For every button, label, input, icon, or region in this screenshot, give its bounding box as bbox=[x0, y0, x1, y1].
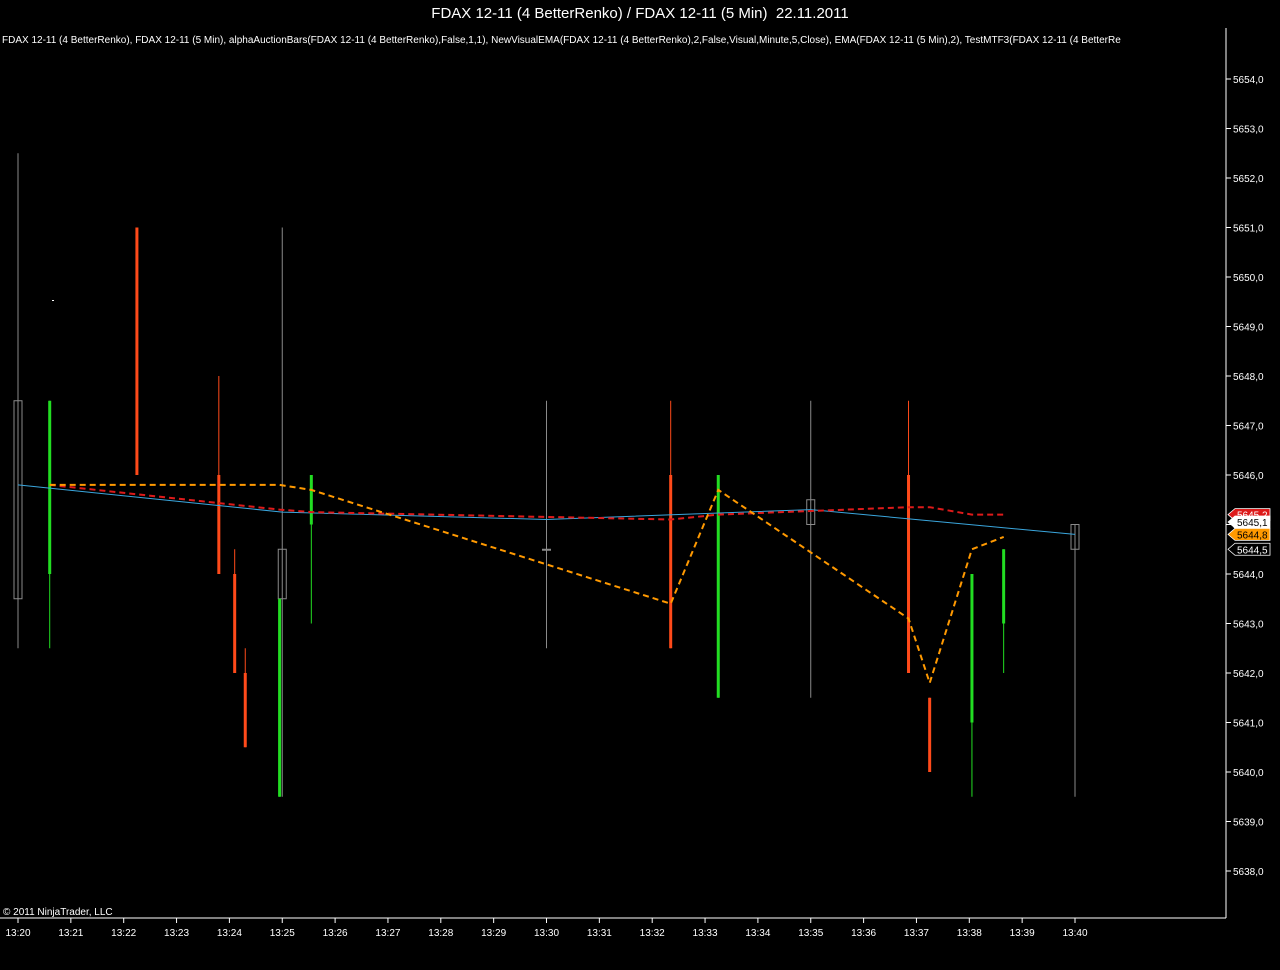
price-chart[interactable]: 5638,0 5639,0 5640,0 5641,0 5642,0 5643,0 5644… bbox=[0, 28, 1280, 965]
renko-bar bbox=[243, 673, 247, 748]
x-tick-label: 13:24 bbox=[217, 928, 242, 939]
copyright-label: © 2011 NinjaTrader, LLC bbox=[3, 907, 113, 918]
renko-bar bbox=[928, 697, 932, 772]
chart-panel[interactable]: 5638,0 5639,0 5640,0 5641,0 5642,0 5643,0 5644… bbox=[0, 28, 1280, 965]
x-tick-label: 13:38 bbox=[957, 928, 982, 939]
tick-marker bbox=[52, 300, 54, 301]
renko-bar bbox=[907, 475, 911, 673]
x-tick-label: 13:20 bbox=[5, 928, 30, 939]
y-tick-label: 5652,0 bbox=[1233, 174, 1264, 185]
x-tick-label: 13:31 bbox=[587, 928, 612, 939]
x-tick-label: 13:35 bbox=[798, 928, 823, 939]
x-tick-label: 13:27 bbox=[375, 928, 400, 939]
x-tick-label: 13:23 bbox=[164, 928, 189, 939]
y-tick-label: 5654,0 bbox=[1233, 75, 1264, 86]
y-tick-label: 5641,0 bbox=[1233, 719, 1264, 730]
renko-bar bbox=[716, 475, 720, 698]
y-tick-label: 5653,0 bbox=[1233, 125, 1264, 136]
y-tick-label: 5651,0 bbox=[1233, 224, 1264, 235]
y-tick-label: 5639,0 bbox=[1233, 818, 1264, 829]
indicator-header: FDAX 12-11 (4 BetterRenko), FDAX 12-11 (… bbox=[2, 35, 1121, 46]
x-tick-label: 13:37 bbox=[904, 928, 929, 939]
y-tick-label: 5643,0 bbox=[1233, 620, 1264, 631]
price-marker-label: 5645,1 bbox=[1237, 518, 1268, 529]
price-marker-label: 5644,5 bbox=[1237, 545, 1268, 556]
x-tick-label: 13:36 bbox=[851, 928, 876, 939]
x-tick-label: 13:28 bbox=[428, 928, 453, 939]
renko-bar bbox=[970, 574, 974, 723]
renko-bar bbox=[233, 574, 237, 673]
x-tick-label: 13:32 bbox=[640, 928, 665, 939]
chart-background bbox=[0, 28, 1280, 965]
window-title: FDAX 12-11 (4 BetterRenko) / FDAX 12-11 … bbox=[0, 0, 1280, 28]
y-tick-label: 5640,0 bbox=[1233, 768, 1264, 779]
x-tick-label: 13:34 bbox=[745, 928, 770, 939]
x-tick-label: 13:26 bbox=[323, 928, 348, 939]
y-tick-label: 5644,0 bbox=[1233, 570, 1264, 581]
x-tick-label: 13:39 bbox=[1010, 928, 1035, 939]
x-tick-label: 13:21 bbox=[58, 928, 83, 939]
y-tick-label: 5646,0 bbox=[1233, 471, 1264, 482]
y-tick-label: 5650,0 bbox=[1233, 273, 1264, 284]
renko-bar bbox=[278, 598, 282, 797]
renko-bar bbox=[1002, 549, 1006, 624]
renko-bar bbox=[217, 475, 221, 574]
price-markers: 5645,25645,15644,85644,5 bbox=[1227, 508, 1271, 556]
price-marker-label: 5644,8 bbox=[1237, 530, 1268, 541]
y-tick-label: 5638,0 bbox=[1233, 867, 1264, 878]
y-tick-label: 5647,0 bbox=[1233, 422, 1264, 433]
renko-bar bbox=[48, 400, 52, 574]
x-tick-label: 13:22 bbox=[111, 928, 136, 939]
five-min-candle bbox=[542, 548, 551, 551]
y-tick-label: 5642,0 bbox=[1233, 669, 1264, 680]
x-tick-label: 13:25 bbox=[270, 928, 295, 939]
y-tick-label: 5648,0 bbox=[1233, 372, 1264, 383]
renko-bar bbox=[309, 475, 313, 525]
renko-bar bbox=[669, 475, 673, 649]
x-tick-label: 13:30 bbox=[534, 928, 559, 939]
x-tick-label: 13:33 bbox=[693, 928, 718, 939]
x-tick-label: 13:29 bbox=[481, 928, 506, 939]
renko-bar bbox=[135, 227, 139, 475]
y-tick-label: 5649,0 bbox=[1233, 323, 1264, 334]
x-tick-label: 13:40 bbox=[1062, 928, 1087, 939]
